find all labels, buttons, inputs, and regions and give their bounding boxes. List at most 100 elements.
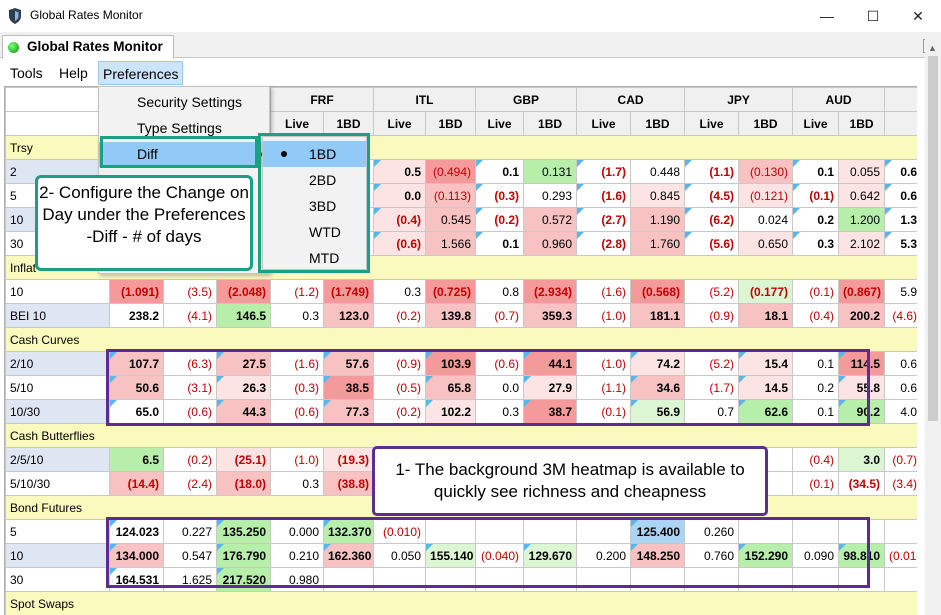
data-cell: 0.3 [270,471,324,496]
status-dot-icon [8,42,19,53]
table-row[interactable]: 10 (1.091) (3.5) (2.048) (1.2) (1.749) 0.3 (0.7… [5,279,917,304]
data-cell: (6.2) [684,207,740,232]
column-subheader: 1BD [630,111,686,136]
data-cell: (5.6) [684,231,740,256]
column-subheader: Live [373,111,427,136]
data-cell: 0.545 [425,207,477,232]
data-cell: 359.3 [523,303,578,328]
column-subheader: 1BD [523,111,578,136]
row-label: 10/30 [5,399,110,424]
data-cell: 0.1 [792,159,840,184]
scroll-thumb[interactable] [928,56,938,421]
title-bar: Global Rates Monitor — ☐ ✕ [0,0,941,32]
data-cell: 0.6 [884,375,917,400]
close-button[interactable]: ✕ [895,0,941,32]
header-corner [5,111,110,136]
data-cell: (0.1) [792,279,840,304]
data-cell: 0.2 [792,207,840,232]
data-cell: 0.055 [838,159,886,184]
data-cell [884,519,917,544]
scroll-up-icon[interactable]: ▲ [928,43,937,53]
data-cell: (0.725) [425,279,477,304]
menu-help[interactable]: Help [55,61,92,85]
data-cell: (34.5) [838,471,886,496]
data-cell: 238.2 [109,303,164,328]
menu-tools[interactable]: Tools [6,61,47,85]
data-cell: 2.102 [838,231,886,256]
section-row: Spot Swaps [5,591,917,615]
data-cell: 0.6 [884,351,917,376]
data-cell: (0.6) [373,231,427,256]
data-cell: (0.867) [838,279,886,304]
data-cell: (1.0) [576,303,632,328]
data-cell: (0.2) [475,207,525,232]
data-cell: 1.760 [630,231,686,256]
data-cell: (0.3) [475,183,525,208]
data-cell [884,567,917,592]
column-header: CAD [576,87,686,112]
data-cell: 0.024 [738,207,794,232]
minimize-button[interactable]: — [804,0,850,32]
data-cell: 181.1 [630,303,686,328]
data-cell: 0.1 [475,231,525,256]
data-cell: (2.8) [576,231,632,256]
section-label: Spot Swaps [5,591,917,615]
data-cell: (1.1) [684,159,740,184]
data-cell: (1.091) [109,279,164,304]
column-header: JPY [684,87,794,112]
data-cell: (2.4) [163,471,217,496]
window-title: Global Rates Monitor [30,8,143,22]
data-cell: 0.642 [838,183,886,208]
data-cell: 6.5 [109,447,164,472]
data-cell: 1.200 [838,207,886,232]
section-row: Cash Butterflies [5,423,917,448]
data-cell: (1.7) [576,159,632,184]
row-label: BEI 10 [5,303,110,328]
vertical-scrollbar[interactable]: ▲ [925,38,941,615]
cash-curves-box [106,349,870,426]
data-cell: 0.3 [373,279,427,304]
data-cell: (1.6) [576,183,632,208]
section-label: Cash Butterflies [5,423,917,448]
shield-icon [9,8,21,24]
document-tab[interactable]: Global Rates Monitor [2,35,174,59]
data-cell: 0.6 [884,183,917,208]
data-cell: (0.177) [738,279,794,304]
data-cell: (0.010) [884,543,917,568]
row-label: 2/5/10 [5,447,110,472]
data-cell: 0.572 [523,207,578,232]
table-row[interactable]: BEI 10 238.2 (4.1) 146.5 0.3 123.0 (0.2) 139.8(… [5,303,917,328]
data-cell: 0.1 [475,159,525,184]
data-cell: 0.448 [630,159,686,184]
data-cell: (3.5) [163,279,217,304]
data-cell: 0.293 [523,183,578,208]
diff-highlight-box [100,136,258,168]
data-cell: (2.048) [216,279,271,304]
data-cell: 0.6 [884,159,917,184]
column-subheader: 1BD [322,111,375,136]
data-cell: (1.0) [270,447,324,472]
section-label: Cash Curves [5,327,917,352]
maximize-button[interactable]: ☐ [850,0,896,32]
menu-security-settings[interactable]: Security Settings [99,90,269,115]
menu-preferences[interactable]: Preferences [98,61,184,85]
header-blank [884,111,917,136]
row-label: 5/10 [5,375,110,400]
data-cell: 0.3 [792,231,840,256]
row-label: 2/10 [5,351,110,376]
data-cell: (14.4) [109,471,164,496]
column-header: ITL [373,87,477,112]
column-subheader: Live [475,111,525,136]
data-cell: (1.749) [322,279,375,304]
data-cell: (0.7) [884,447,917,472]
data-cell: 5.9 [884,279,917,304]
data-cell: (4.5) [684,183,740,208]
column-header: AUD [792,87,886,112]
data-cell: (0.113) [425,183,477,208]
menu-bar: Tools Help Preferences [0,59,941,85]
data-cell: (4.1) [163,303,217,328]
data-cell: (2.934) [523,279,578,304]
data-cell: 18.1 [738,303,794,328]
data-cell: (38.8) [322,471,375,496]
data-cell: 0.960 [523,231,578,256]
